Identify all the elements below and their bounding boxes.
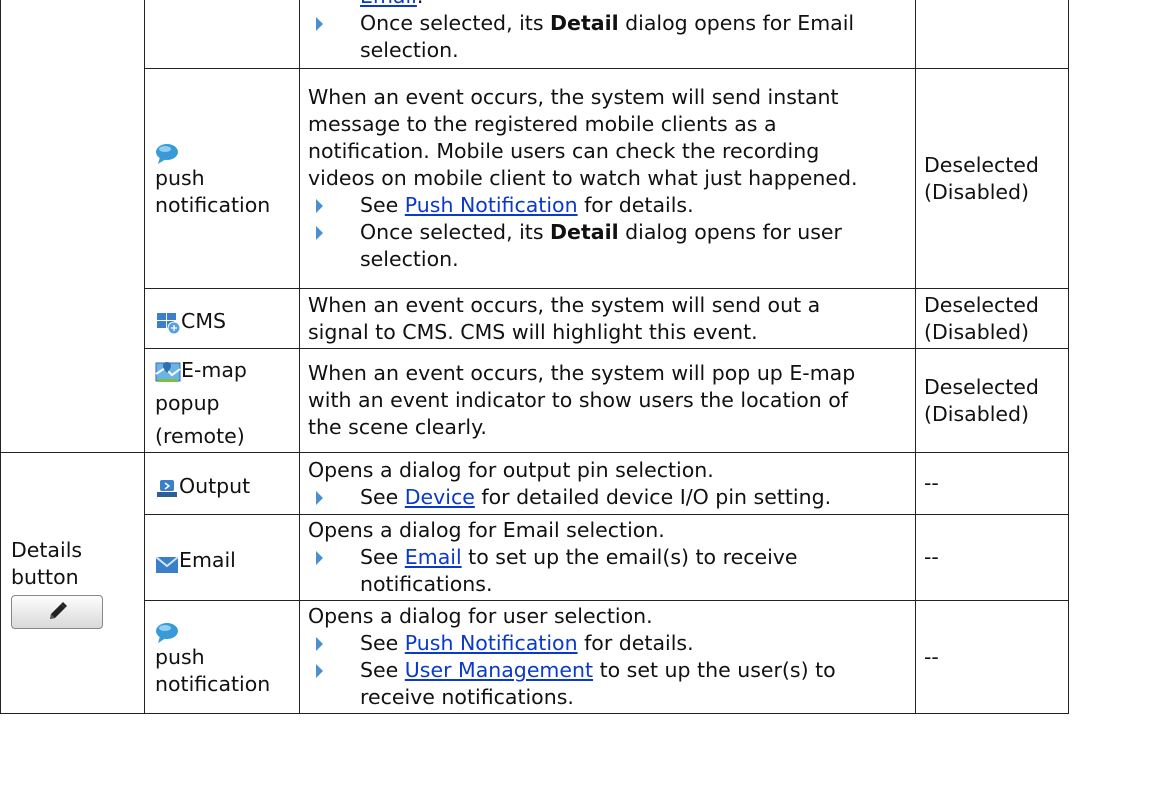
action-cell: Output — [144, 452, 300, 515]
bullet-icon — [316, 664, 323, 678]
bullet-item: See Push Notification for details. — [308, 630, 907, 657]
map-icon — [155, 360, 181, 384]
user-management-link[interactable]: User Management — [405, 658, 593, 682]
bullet-icon — [316, 17, 323, 31]
default-cell: Deselected (Disabled) — [915, 348, 1069, 453]
action-cell: push notification — [144, 600, 300, 714]
bullet-icon — [316, 637, 323, 651]
bullet-item: See User Management to set up the user(s… — [308, 657, 907, 684]
default-cell-empty — [915, 0, 1069, 69]
category-cell-empty — [0, 0, 145, 453]
actions-table: Email. Once selected, its Detail dialog … — [0, 0, 1069, 714]
table-row: E-map popup (remote) When an event occur… — [1, 348, 1069, 453]
envelope-icon — [155, 556, 179, 574]
details-category-cell: Details button — [0, 452, 145, 714]
chat-bubble-icon — [155, 143, 179, 165]
bullet-icon — [316, 490, 323, 505]
default-cell: -- — [915, 600, 1069, 714]
bullet-item: Once selected, its Detail dialog opens f… — [308, 219, 907, 246]
table-row: push notification Opens a dialog for use… — [1, 600, 1069, 714]
bullet-icon — [316, 551, 323, 565]
action-name: CMS — [181, 309, 227, 333]
description-cell: When an event occurs, the system will se… — [299, 288, 916, 349]
action-name: Email — [179, 548, 236, 572]
action-name: push notification — [155, 166, 271, 217]
output-device-icon — [155, 478, 179, 500]
push-notification-link[interactable]: Push Notification — [405, 193, 578, 217]
description-cell: Opens a dialog for user selection. See P… — [299, 600, 916, 714]
action-cell: Email — [144, 514, 300, 601]
default-cell: Deselected (Disabled) — [915, 288, 1069, 349]
push-notification-link[interactable]: Push Notification — [405, 631, 578, 655]
description-cell: Email. Once selected, its Detail dialog … — [299, 0, 916, 69]
pencil-icon — [50, 602, 67, 619]
table-row: Details button Output Opens a dialog for… — [0, 452, 1069, 714]
bullet-item: See Device for detailed device I/O pin s… — [308, 484, 907, 511]
cms-icon — [155, 311, 181, 335]
description-cell: When an event occurs, the system will se… — [299, 68, 916, 289]
email-link[interactable]: Email — [360, 0, 417, 8]
table-row: Email. Once selected, its Detail dialog … — [0, 0, 1069, 453]
table-row: CMS When an event occurs, the system wil… — [1, 288, 1069, 349]
bullet-icon — [316, 226, 323, 240]
bullet-icon — [316, 199, 323, 213]
bullet-item: See Push Notification for details. — [308, 192, 907, 219]
default-cell: -- — [915, 514, 1069, 601]
description-cell: When an event occurs, the system will po… — [299, 348, 916, 453]
default-cell: Deselected (Disabled) — [915, 68, 1069, 289]
description-cell: Opens a dialog for Email selection. See … — [299, 514, 916, 601]
email-link[interactable]: Email — [405, 545, 462, 569]
details-button[interactable] — [11, 595, 103, 629]
action-cell: CMS — [144, 288, 300, 349]
details-label: Details button — [11, 538, 83, 589]
bullet-item: Once selected, its Detail dialog opens f… — [308, 10, 907, 37]
table-row: push notification When an event occurs, … — [1, 68, 1069, 289]
chat-bubble-icon — [155, 622, 179, 644]
action-name: push notification — [155, 644, 271, 696]
table-row: Email Opens a dialog for Email selection… — [1, 514, 1069, 601]
action-cell: push notification — [144, 68, 300, 289]
action-cell-empty — [144, 0, 300, 69]
description-cell: Opens a dialog for output pin selection.… — [299, 452, 916, 515]
device-link[interactable]: Device — [405, 485, 475, 509]
action-name: Output — [179, 474, 251, 498]
default-cell: -- — [915, 452, 1069, 515]
bullet-item: See Email to set up the email(s) to rece… — [308, 544, 907, 571]
action-cell: E-map popup (remote) — [144, 348, 300, 453]
